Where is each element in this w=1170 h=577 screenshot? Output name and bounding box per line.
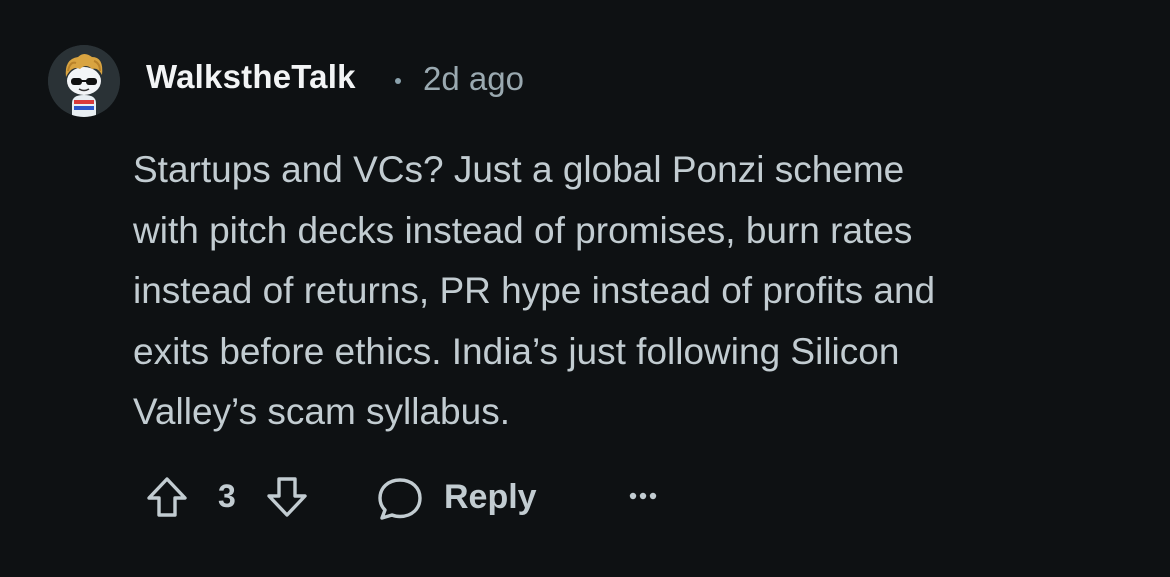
speech-bubble-icon [378, 478, 422, 520]
comment: WalkstheTalk 2d ago Startups and VCs? Ju… [0, 0, 1170, 577]
upvote-button[interactable] [144, 474, 190, 520]
upvote-arrow-icon [147, 477, 187, 517]
ellipsis-icon [629, 492, 657, 500]
comment-body: Startups and VCs? Just a global Ponzi sc… [133, 149, 936, 432]
comment-author[interactable]: WalkstheTalk [146, 58, 356, 96]
downvote-button[interactable] [264, 474, 310, 520]
more-options-button[interactable] [620, 476, 670, 516]
reply-label: Reply [444, 478, 537, 516]
comment-timestamp: 2d ago [423, 60, 524, 97]
comment-actions: 3 Reply [140, 466, 700, 526]
avatar-snoo-icon [48, 45, 120, 117]
downvote-arrow-icon [267, 477, 307, 517]
avatar[interactable] [48, 45, 120, 117]
reply-button[interactable]: Reply [374, 470, 554, 522]
vote-score: 3 [218, 478, 236, 514]
separator-dot [395, 78, 401, 84]
